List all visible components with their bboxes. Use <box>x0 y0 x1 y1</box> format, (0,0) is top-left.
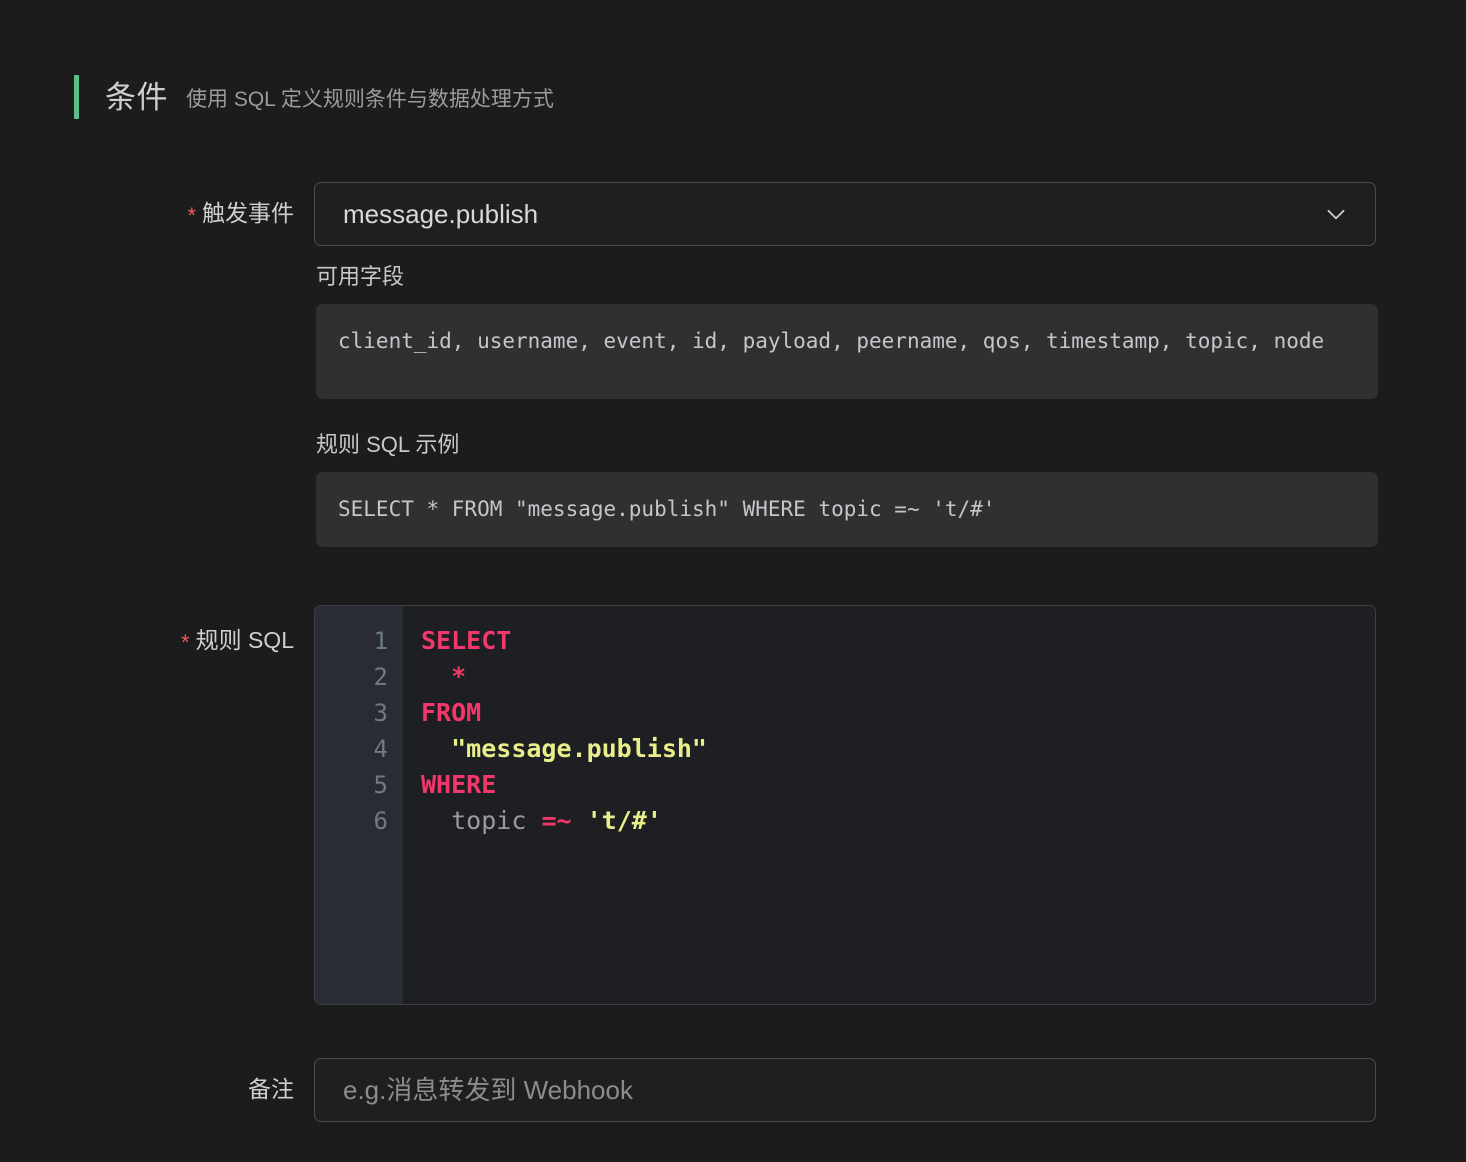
editor-code-line: * <box>421 659 1375 695</box>
note-row: 备注 e.g.消息转发到 Webhook <box>142 1058 1376 1122</box>
rule-condition-form: 条件 使用 SQL 定义规则条件与数据处理方式 * 触发事件 message.pu… <box>0 0 1466 1162</box>
trigger-event-row: * 触发事件 message.publish <box>142 182 1376 246</box>
note-label: 备注 <box>248 1076 294 1102</box>
rule-sql-row: * 规则 SQL 123456 SELECT * FROM "message.pub… <box>142 605 1376 1005</box>
code-token-str: 't/#' <box>586 806 662 835</box>
editor-code-line: topic =~ 't/#' <box>421 803 1375 839</box>
rule-sql-label-text: 规则 SQL <box>195 627 294 653</box>
sql-example-value: SELECT * FROM "message.publish" WHERE to… <box>316 472 1378 547</box>
editor-code-line: WHERE <box>421 767 1375 803</box>
note-placeholder: e.g.消息转发到 Webhook <box>343 1075 633 1105</box>
code-token-kw: FROM <box>421 698 482 727</box>
editor-line-number: 5 <box>373 771 388 799</box>
section-accent-bar <box>74 75 79 119</box>
available-fields-title: 可用字段 <box>316 264 405 289</box>
editor-code-line: SELECT <box>421 623 1375 659</box>
editor-line-number-gutter: 1 2 3 4 5 6 <box>315 606 403 1004</box>
rule-sql-editor[interactable]: 1 2 3 4 5 6 SELECT * FROM "message.publish" WHE… <box>314 605 1376 1005</box>
code-token-kw: SELECT <box>421 626 512 655</box>
trigger-event-value: message.publish <box>343 199 539 229</box>
code-token-op: * <box>451 662 467 691</box>
rule-sql-label: * 规则 SQL <box>142 605 314 655</box>
editor-line-number: 2 <box>373 663 388 691</box>
chevron-down-icon[interactable] <box>1323 201 1349 227</box>
editor-line-number: 4 <box>373 735 388 763</box>
section-header: 条件 使用 SQL 定义规则条件与数据处理方式 <box>74 74 554 120</box>
trigger-event-select[interactable]: message.publish <box>314 182 1376 246</box>
required-asterisk: * <box>187 203 196 228</box>
code-token-id: topic <box>451 806 527 835</box>
editor-code-line: "message.publish" <box>421 731 1375 767</box>
code-token-op: =~ <box>541 806 572 835</box>
editor-code-area[interactable]: SELECT * FROM "message.publish" WHERE topi… <box>403 606 1375 1004</box>
section-subtitle: 使用 SQL 定义规则条件与数据处理方式 <box>186 87 554 111</box>
page-title: 条件 <box>105 79 168 115</box>
required-asterisk: * <box>181 630 190 655</box>
editor-line-number: 3 <box>373 699 388 727</box>
sql-example-title: 规则 SQL 示例 <box>316 432 460 457</box>
trigger-event-label: * 触发事件 <box>142 182 314 228</box>
available-fields-value: client_id, username, event, id, payload,… <box>316 304 1378 400</box>
editor-line-number: 6 <box>373 807 388 835</box>
trigger-event-label-text: 触发事件 <box>202 200 294 226</box>
available-fields-block: 可用字段 client_id, username, event, id, pay… <box>316 264 1378 400</box>
code-token-str: "message.publish" <box>451 734 707 763</box>
editor-code-line: FROM <box>421 695 1375 731</box>
note-input[interactable]: e.g.消息转发到 Webhook <box>314 1058 1376 1122</box>
sql-example-block: 规则 SQL 示例 SELECT * FROM "message.publish… <box>316 432 1378 547</box>
code-token-kw: WHERE <box>421 770 497 799</box>
editor-line-number: 1 <box>373 627 388 655</box>
